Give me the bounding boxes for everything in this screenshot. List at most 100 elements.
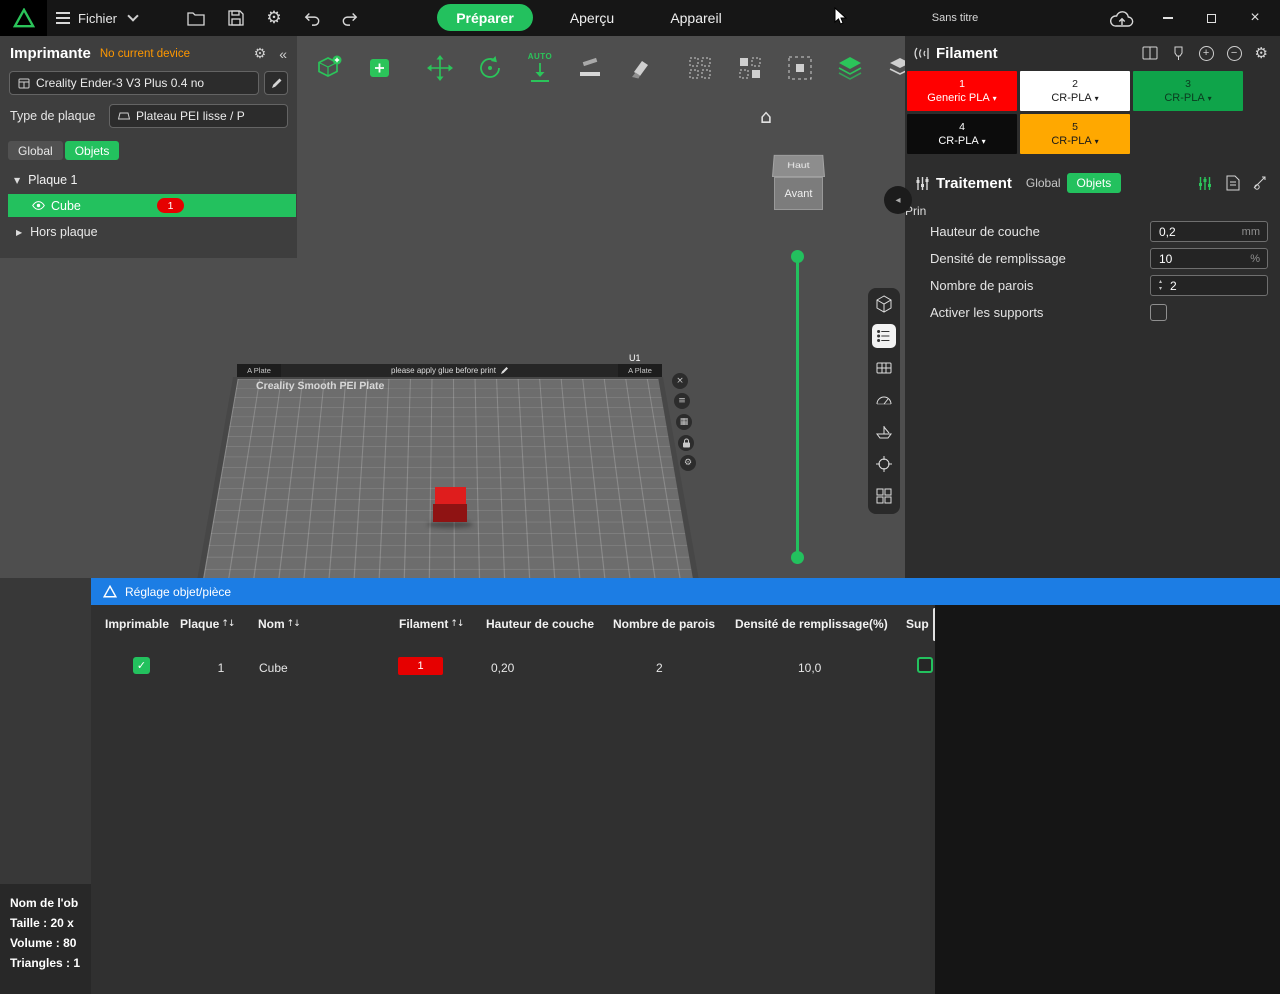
file-menu[interactable]: Fichier	[56, 0, 139, 36]
tree-item-cube[interactable]: Cube 1	[8, 194, 296, 217]
tab-preview[interactable]: Aperçu	[552, 0, 632, 36]
object-settings-titlebar[interactable]: Réglage objet/pièce	[91, 578, 1280, 605]
table-scrollbar[interactable]	[933, 608, 935, 641]
process-tab-objects[interactable]: Objets	[1066, 173, 1122, 193]
stepper-arrows[interactable]: ▴ ▾	[1159, 279, 1162, 292]
tree-open-icon[interactable]: ▼	[14, 176, 20, 185]
layer-height-input[interactable]: 0,2 mm	[1150, 221, 1268, 242]
filament-settings-gear-icon[interactable]: ⚙	[1255, 44, 1268, 62]
navcube-front-face[interactable]: Avant	[774, 177, 823, 210]
tree-closed-icon[interactable]: ▶	[16, 228, 22, 237]
tree-item-plate[interactable]: ▼ Plaque 1	[0, 173, 297, 187]
split-view-icon[interactable]	[1142, 46, 1158, 60]
add-plate-button[interactable]	[358, 46, 402, 90]
save-button[interactable]	[222, 5, 250, 31]
walls-stepper[interactable]: ▴ ▾ 2	[1150, 275, 1268, 296]
layers-tool-button[interactable]	[828, 46, 872, 90]
filament-slot-1[interactable]: 1 Generic PLA ▾	[907, 71, 1017, 111]
step-down-icon[interactable]: ▾	[1159, 286, 1162, 292]
auto-orient-icon	[531, 62, 549, 82]
move-tool-button[interactable]	[418, 46, 462, 90]
plate-type-select[interactable]: Plateau PEI lisse / P	[109, 104, 288, 128]
tab-device[interactable]: Appareil	[656, 0, 736, 36]
sort-icon[interactable]: ↑↓	[450, 619, 464, 629]
plate-grid-button[interactable]: ▦	[676, 414, 692, 430]
add-model-button[interactable]	[307, 46, 351, 90]
tab-global[interactable]: Global	[8, 141, 63, 160]
close-button[interactable]: ×	[1239, 0, 1271, 36]
open-file-button[interactable]	[182, 5, 210, 31]
caret-down-icon[interactable]: ▾	[1095, 135, 1099, 148]
redo-button[interactable]	[336, 5, 364, 31]
sort-icon[interactable]: ↑↓	[287, 619, 301, 629]
filament-slot-2[interactable]: 2 CR-PLA ▾	[1020, 71, 1130, 111]
arrange-tool-button[interactable]	[728, 46, 772, 90]
object-list-button[interactable]	[868, 320, 900, 352]
collapse-sidebar-icon[interactable]: «	[279, 46, 287, 62]
collapse-panel-button[interactable]: ◂	[884, 186, 912, 214]
process-sliders-icon	[916, 176, 929, 190]
layer-slider-handle-top[interactable]	[791, 250, 804, 263]
layer-slider-handle-bottom[interactable]	[791, 551, 804, 564]
process-tab-global[interactable]: Global	[1026, 176, 1061, 190]
advanced-params-icon[interactable]	[1253, 176, 1268, 191]
filament-slot-4[interactable]: 4 CR-PLA ▾	[907, 114, 1017, 154]
model-cube-front-face[interactable]	[433, 504, 467, 522]
preferences-gear-icon[interactable]: ⚙	[260, 5, 288, 31]
grid-view-button[interactable]	[868, 352, 900, 384]
minimize-button[interactable]	[1152, 0, 1184, 36]
auto-orient-tool-button[interactable]: AUTO	[518, 46, 562, 90]
printer-settings-gear-icon[interactable]: ⚙	[254, 46, 267, 62]
filament-slot-5[interactable]: 5 CR-PLA ▾	[1020, 114, 1130, 154]
filament-badge[interactable]: 1	[157, 198, 184, 213]
printer-select[interactable]: Creality Ender-3 V3 Plus 0.4 no	[9, 71, 259, 95]
plate-menu-button[interactable]: ≡	[674, 393, 690, 409]
gauge-button[interactable]	[868, 384, 900, 416]
select-region-tool-button[interactable]	[778, 46, 822, 90]
supports-checkbox[interactable]	[1150, 304, 1167, 321]
rotate-tool-button[interactable]	[468, 46, 512, 90]
seam-paint-tool-button[interactable]	[618, 46, 662, 90]
visibility-eye-icon[interactable]	[32, 201, 45, 210]
undo-button[interactable]	[298, 5, 326, 31]
infill-input[interactable]: 10 %	[1150, 248, 1268, 269]
add-filament-button[interactable]: +	[1198, 45, 1214, 61]
sort-icon[interactable]: ↑↓	[221, 619, 235, 629]
split-tool-button[interactable]	[878, 46, 905, 90]
printable-checkbox[interactable]: ✓	[133, 657, 150, 674]
caret-down-icon[interactable]: ▾	[982, 135, 986, 148]
plate-lock-button[interactable]	[678, 435, 694, 451]
plate-close-button[interactable]: ×	[672, 373, 688, 389]
tab-prepare[interactable]: Préparer	[437, 4, 533, 31]
layer-slider-track[interactable]	[796, 256, 799, 552]
build-plate[interactable]	[195, 377, 701, 578]
navcube-top-face[interactable]: Haut	[772, 154, 825, 177]
remove-filament-button[interactable]: −	[1226, 45, 1242, 61]
col-filament[interactable]: Filament ↑↓	[399, 617, 464, 631]
caret-down-icon[interactable]: ▾	[993, 92, 997, 105]
tree-item-off-plate[interactable]: ▶ Hors plaque	[0, 225, 297, 239]
view-cube-button[interactable]	[868, 288, 900, 320]
edit-printer-button[interactable]	[264, 71, 288, 95]
clone-tool-button[interactable]	[678, 46, 722, 90]
caret-down-icon[interactable]: ▾	[1208, 92, 1212, 105]
home-view-button[interactable]: ⌂	[760, 106, 772, 128]
filament-slot-3[interactable]: 3 CR-PLA ▾	[1133, 71, 1243, 111]
caret-down-icon[interactable]: ▾	[1095, 92, 1099, 105]
document-icon[interactable]	[1226, 175, 1240, 191]
col-name[interactable]: Nom ↑↓	[258, 617, 301, 631]
col-plate[interactable]: Plaque ↑↓	[180, 617, 235, 631]
lay-on-face-tool-button[interactable]	[568, 46, 612, 90]
tab-objects[interactable]: Objets	[64, 141, 120, 160]
maximize-button[interactable]	[1195, 0, 1227, 36]
locate-button[interactable]	[868, 448, 900, 480]
parts-button[interactable]	[868, 480, 900, 512]
tune-green-icon[interactable]	[1197, 176, 1213, 191]
cloud-upload-button[interactable]	[1106, 5, 1138, 31]
plate-settings-button[interactable]: ⚙	[680, 455, 696, 471]
extruder-icon[interactable]	[1171, 46, 1186, 61]
cell-filament-chip[interactable]: 1	[398, 657, 443, 675]
platform-button[interactable]	[868, 416, 900, 448]
support-checkbox[interactable]	[917, 657, 933, 673]
model-cube-top-face[interactable]	[435, 487, 466, 504]
